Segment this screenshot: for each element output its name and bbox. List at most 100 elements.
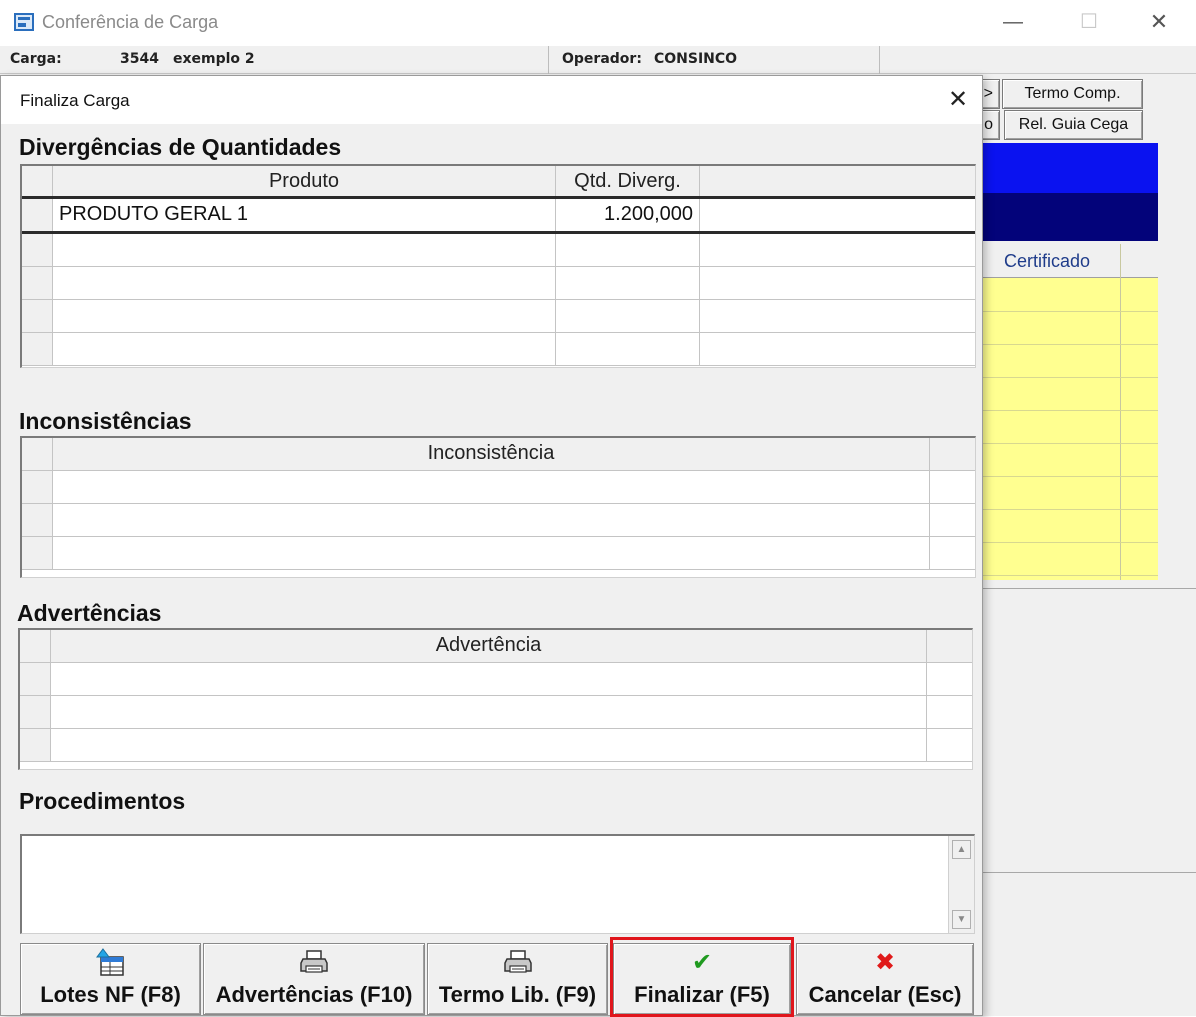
- cancelar-label: Cancelar (Esc): [808, 982, 962, 1007]
- empty-cell: [700, 199, 975, 231]
- row-indicator: [22, 471, 53, 503]
- table-row[interactable]: [22, 504, 975, 537]
- printer-icon-graphic: [300, 950, 328, 973]
- finalizar-button[interactable]: ✔ Finalizar (F5): [613, 943, 791, 1015]
- advertencias-title: Advertências: [17, 600, 162, 626]
- row-indicator: [22, 504, 53, 536]
- qtd-diverg-cell[interactable]: 1.200,000: [556, 199, 700, 231]
- divergencias-title: Divergências de Quantidades: [19, 134, 342, 160]
- column-header-produto: Produto: [53, 166, 556, 196]
- inconsistencias-title: Inconsistências: [19, 408, 192, 434]
- printer-icon-graphic: [503, 950, 532, 973]
- operador-value: CONSINCO: [654, 51, 738, 67]
- main-close-button[interactable]: ✕: [1126, 0, 1192, 46]
- column-header-advertencia: Advertência: [51, 630, 927, 662]
- column-header-qtd-diverg: Qtd. Diverg.: [556, 166, 700, 196]
- rel-guia-cega-button[interactable]: Rel. Guia Cega: [1004, 110, 1143, 140]
- grid-header-row: Advertência: [20, 630, 972, 663]
- cancelar-button[interactable]: ✖ Cancelar (Esc): [796, 943, 974, 1015]
- empty-cell: [556, 267, 700, 299]
- procedimentos-textarea[interactable]: ▲ ▼: [20, 834, 975, 934]
- main-window-title: Conferência de Carga: [42, 12, 219, 32]
- table-row[interactable]: [22, 333, 975, 366]
- finalizar-label: Finalizar (F5): [634, 982, 770, 1007]
- info-separator: [548, 46, 549, 74]
- dialog-close-button[interactable]: ✕: [941, 84, 975, 118]
- grid-column-divider: [1120, 244, 1121, 580]
- info-separator: [879, 46, 880, 74]
- table-icon-graphic: [95, 948, 124, 976]
- empty-cell: [53, 300, 556, 332]
- carga-label: Carga:: [10, 51, 62, 67]
- row-indicator: [20, 696, 51, 728]
- empty-cell: [51, 696, 927, 728]
- table-row[interactable]: [22, 267, 975, 300]
- table-row[interactable]: [22, 300, 975, 333]
- empty-cell: [556, 234, 700, 266]
- empty-cell: [51, 729, 927, 761]
- empty-cell: [53, 333, 556, 365]
- table-icon: [21, 948, 200, 978]
- column-header-certificado: Certificado: [1004, 251, 1091, 271]
- empty-cell: [556, 333, 700, 365]
- termo-lib-label: Termo Lib. (F9): [438, 982, 597, 1007]
- divergencias-grid[interactable]: Produto Qtd. Diverg. PRODUTO GERAL 1 1.2…: [20, 164, 976, 368]
- empty-cell: [53, 471, 930, 503]
- advertencias-button-label: Advertências (F10): [215, 982, 413, 1007]
- table-row[interactable]: [20, 663, 972, 696]
- grid-header-row: Inconsistência: [22, 438, 975, 471]
- procedimentos-title: Procedimentos: [19, 788, 186, 814]
- maximize-button[interactable]: ☐: [1056, 0, 1122, 46]
- operador-label: Operador:: [562, 51, 642, 67]
- x-icon: ✖: [874, 949, 896, 976]
- dialog-title: Finaliza Carga: [20, 91, 130, 110]
- row-indicator: [22, 267, 53, 299]
- empty-cell: [51, 663, 927, 695]
- advertencias-button[interactable]: Advertências (F10): [203, 943, 425, 1015]
- lotes-nf-label: Lotes NF (F8): [40, 982, 181, 1007]
- dialog-titlebar: Finaliza Carga ✕: [1, 76, 982, 124]
- minimize-button[interactable]: —: [980, 0, 1046, 46]
- table-row[interactable]: [20, 696, 972, 729]
- empty-column-header: [700, 166, 975, 196]
- row-indicator: [22, 166, 53, 196]
- printer-icon: [204, 948, 424, 978]
- termo-lib-button[interactable]: Termo Lib. (F9): [427, 943, 608, 1015]
- table-row[interactable]: [22, 234, 975, 267]
- row-indicator: [20, 729, 51, 761]
- advertencias-grid[interactable]: Advertência: [18, 628, 973, 770]
- carga-info-bar: Carga: 3544 exemplo 2 Operador: CONSINCO: [0, 46, 1196, 74]
- procedimentos-scrollbar[interactable]: ▲ ▼: [948, 836, 974, 933]
- checkmark-icon: ✔: [691, 949, 713, 976]
- main-titlebar: Conferência de Carga — ☐ ✕: [0, 0, 1196, 46]
- produto-cell[interactable]: PRODUTO GERAL 1: [53, 199, 556, 231]
- column-header-inconsistencia: Inconsistência: [53, 438, 930, 470]
- termo-comp-button[interactable]: Termo Comp.: [1002, 79, 1143, 109]
- row-indicator: [20, 663, 51, 695]
- lotes-nf-button[interactable]: Lotes NF (F8): [20, 943, 201, 1015]
- row-indicator: [20, 630, 51, 662]
- table-row[interactable]: [22, 537, 975, 570]
- carga-number: 3544: [120, 51, 159, 67]
- empty-cell: [556, 300, 700, 332]
- table-row[interactable]: PRODUTO GERAL 1 1.200,000: [22, 199, 975, 234]
- finaliza-carga-dialog: Finaliza Carga ✕ Divergências de Quantid…: [0, 75, 983, 1017]
- grid-header-row: Produto Qtd. Diverg.: [22, 166, 975, 199]
- row-indicator: [22, 300, 53, 332]
- background-scroll-area: [1158, 143, 1196, 587]
- scroll-up-arrow-icon[interactable]: ▲: [952, 840, 971, 859]
- scroll-down-arrow-icon[interactable]: ▼: [952, 910, 971, 929]
- carga-name: exemplo 2: [173, 51, 255, 67]
- inconsistencias-grid[interactable]: Inconsistência: [20, 436, 976, 578]
- app-window-icon: [14, 13, 34, 31]
- row-indicator: [22, 234, 53, 266]
- table-row[interactable]: [22, 471, 975, 504]
- empty-cell: [53, 234, 556, 266]
- printer-icon: [428, 948, 607, 978]
- row-indicator: [22, 438, 53, 470]
- empty-cell: [53, 537, 930, 569]
- row-indicator: [22, 199, 53, 231]
- row-indicator: [22, 333, 53, 365]
- table-row[interactable]: [20, 729, 972, 762]
- empty-cell: [53, 504, 930, 536]
